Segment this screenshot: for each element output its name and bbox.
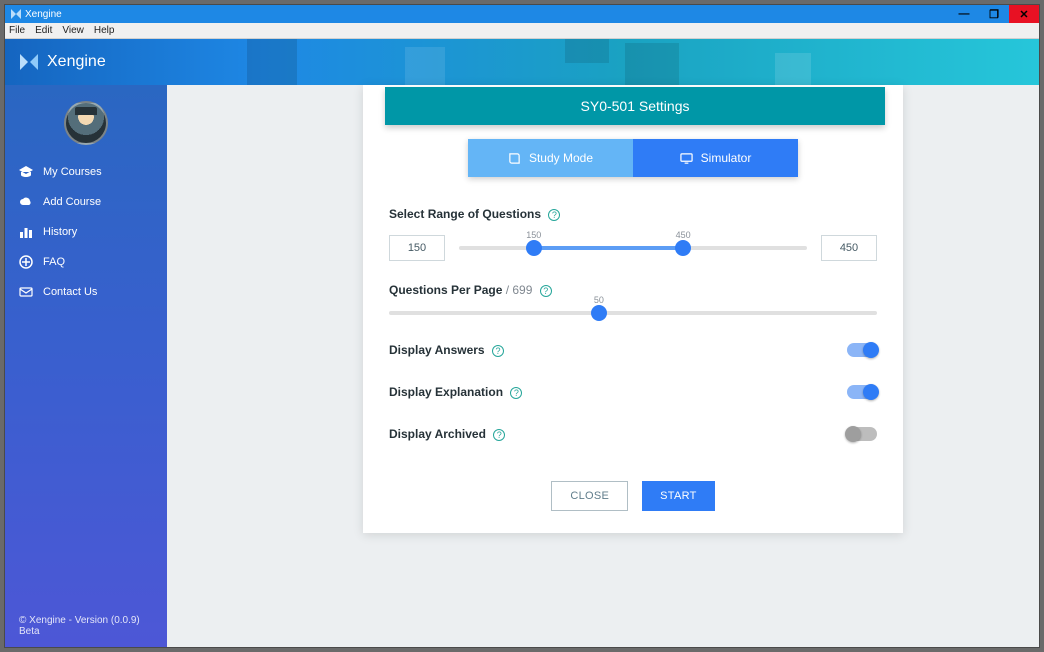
window-maximize-button[interactable]: ❐	[979, 5, 1009, 23]
range-label: Select Range of Questions ?	[389, 207, 877, 221]
mail-icon	[19, 285, 33, 299]
sidebar-item-label: Contact Us	[43, 286, 97, 298]
tab-simulator[interactable]: Simulator	[633, 139, 798, 177]
window-title: Xengine	[25, 9, 62, 20]
app-icon	[11, 9, 21, 19]
display-explanation-label: Display Explanation ?	[389, 385, 522, 399]
range-min-handle[interactable]	[526, 240, 542, 256]
app-logo-icon	[19, 52, 39, 72]
app-header: Xengine	[5, 39, 1039, 85]
per-page-slider[interactable]: 50	[389, 311, 877, 315]
menu-edit[interactable]: Edit	[35, 25, 52, 36]
sidebar-footer: © Xengine - Version (0.0.9) Beta	[5, 605, 167, 647]
help-icon[interactable]: ?	[540, 285, 552, 297]
tab-label: Study Mode	[529, 151, 593, 165]
avatar[interactable]	[64, 101, 108, 145]
app-title: Xengine	[47, 53, 106, 71]
sidebar-item-label: History	[43, 226, 77, 238]
settings-card: Study Mode Simulator Select Range of Que…	[363, 85, 903, 533]
close-button[interactable]: CLOSE	[551, 481, 628, 511]
content-area: SY0-501 Settings Study Mode Simulator	[167, 85, 1039, 647]
sidebar-item-label: Add Course	[43, 196, 101, 208]
window-close-button[interactable]: ✕	[1009, 5, 1039, 23]
help-icon[interactable]: ?	[493, 429, 505, 441]
display-answers-toggle[interactable]	[847, 343, 877, 357]
range-max-handle[interactable]	[675, 240, 691, 256]
menu-help[interactable]: Help	[94, 25, 115, 36]
graduation-icon	[19, 165, 33, 179]
tab-label: Simulator	[701, 151, 752, 165]
per-page-handle[interactable]	[591, 305, 607, 321]
sidebar-item-label: FAQ	[43, 256, 65, 268]
range-max-hint: 450	[676, 230, 691, 240]
sidebar-item-contact-us[interactable]: Contact Us	[5, 277, 167, 307]
monitor-icon	[680, 152, 693, 165]
bar-chart-icon	[19, 225, 33, 239]
titlebar: Xengine — ❐ ✕	[5, 5, 1039, 23]
help-icon[interactable]: ?	[492, 345, 504, 357]
book-icon	[508, 152, 521, 165]
help-icon[interactable]: ?	[510, 387, 522, 399]
range-max-input[interactable]	[821, 235, 877, 261]
display-archived-toggle[interactable]	[847, 427, 877, 441]
sidebar: My Courses Add Course History FAQ Contac…	[5, 85, 167, 647]
range-min-hint: 150	[526, 230, 541, 240]
tab-study-mode[interactable]: Study Mode	[468, 139, 633, 177]
sidebar-item-label: My Courses	[43, 166, 102, 178]
display-archived-label: Display Archived ?	[389, 427, 505, 441]
help-icon[interactable]: ?	[548, 209, 560, 221]
menu-view[interactable]: View	[62, 25, 84, 36]
settings-title-bar: SY0-501 Settings	[385, 87, 885, 125]
per-page-hint: 50	[594, 295, 604, 305]
app-window: Xengine — ❐ ✕ File Edit View Help Xengin…	[4, 4, 1040, 648]
sidebar-item-my-courses[interactable]: My Courses	[5, 157, 167, 187]
sidebar-item-add-course[interactable]: Add Course	[5, 187, 167, 217]
cloud-icon	[19, 195, 33, 209]
range-slider[interactable]: 150 450	[459, 246, 807, 250]
menu-file[interactable]: File	[9, 25, 25, 36]
window-minimize-button[interactable]: —	[949, 5, 979, 23]
sidebar-item-history[interactable]: History	[5, 217, 167, 247]
sidebar-item-faq[interactable]: FAQ	[5, 247, 167, 277]
display-answers-label: Display Answers ?	[389, 343, 504, 357]
start-button[interactable]: START	[642, 481, 715, 511]
menu-bar: File Edit View Help	[5, 23, 1039, 39]
range-min-input[interactable]	[389, 235, 445, 261]
per-page-label: Questions Per Page / 699 ?	[389, 283, 877, 297]
display-explanation-toggle[interactable]	[847, 385, 877, 399]
plus-circle-icon	[19, 255, 33, 269]
